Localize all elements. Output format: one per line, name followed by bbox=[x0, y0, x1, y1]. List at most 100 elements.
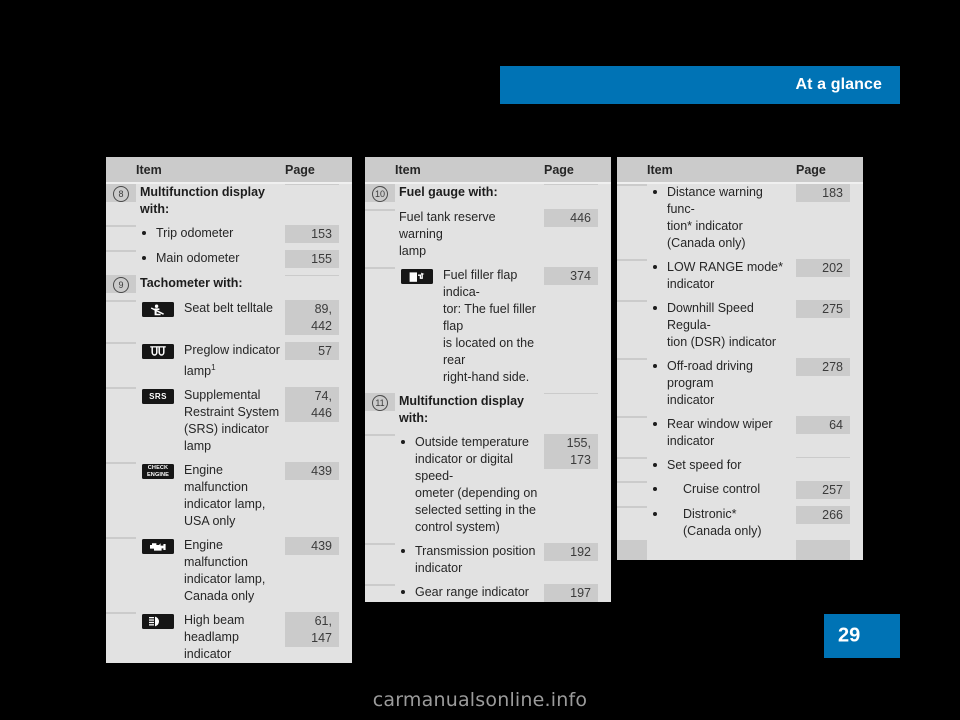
row-item-text: Main odometer bbox=[156, 251, 240, 265]
table-row: Cruise control 257 bbox=[617, 474, 863, 499]
row-item-text: Outside temperature indicator or digital… bbox=[415, 435, 538, 534]
row-item-text: LOW RANGE mode* indicator bbox=[667, 260, 784, 291]
table-row: CHECK ENGINE Engine malfunction indicator … bbox=[106, 455, 352, 531]
row-item-cell: Rear window wiper indicator bbox=[647, 416, 796, 450]
row-item-text: Seat belt telltale bbox=[184, 301, 273, 315]
row-page-cell: 74, 446 bbox=[285, 387, 339, 423]
table-row: Preglow indicator lamp1 57 bbox=[106, 335, 352, 381]
row-number-cell bbox=[365, 267, 395, 269]
row-item-cell: Multifunction display with: bbox=[395, 393, 544, 427]
row-item-text: Fuel gauge with: bbox=[399, 185, 498, 199]
table-row: Outside temperature indicator or digital… bbox=[365, 427, 611, 536]
header-item-label: Item bbox=[647, 162, 673, 177]
table-row: Seat belt telltale 89, 442 bbox=[106, 293, 352, 335]
table-row: Set speed for bbox=[617, 450, 863, 474]
row-item-cell: Trip odometer bbox=[136, 225, 285, 242]
row-page-cell bbox=[544, 184, 598, 185]
row-item-text: Engine malfunction indicator lamp, USA o… bbox=[184, 463, 266, 529]
row-page-cell: 61, 147 bbox=[285, 612, 339, 648]
row-item-cell: Seat belt telltale bbox=[136, 300, 285, 317]
row-page-cell: 278 bbox=[796, 358, 850, 376]
row-page-cell: 155 bbox=[285, 250, 339, 268]
row-item-text: Multifunction display with: bbox=[140, 185, 265, 216]
row-number-cell: 11 bbox=[365, 393, 395, 411]
row-item-cell: Main odometer bbox=[136, 250, 285, 267]
page-number-badge: 29 bbox=[824, 614, 900, 658]
row-item-text: Engine malfunction indicator lamp, Canad… bbox=[184, 538, 266, 604]
header-item-label: Item bbox=[395, 162, 421, 177]
row-number-cell bbox=[106, 462, 136, 465]
row-page-cell: 439 bbox=[285, 537, 339, 556]
row-number-cell bbox=[365, 434, 395, 436]
row-number-cell bbox=[617, 259, 647, 261]
column-2: Item Page 10 Fuel gauge with: Fuel tank rese… bbox=[365, 157, 611, 602]
row-number-cell bbox=[617, 481, 647, 483]
page-number: 29 bbox=[838, 624, 861, 647]
row-number-cell bbox=[106, 537, 136, 540]
header-item-label: Item bbox=[136, 162, 162, 177]
row-page-cell: 153 bbox=[285, 225, 339, 243]
filler-number-col bbox=[617, 540, 647, 560]
row-page-cell bbox=[796, 457, 850, 458]
row-page-cell: 197 bbox=[544, 584, 598, 602]
row-item-cell: Engine malfunction indicator lamp, Canad… bbox=[136, 537, 285, 606]
header-title: At a glance bbox=[795, 76, 882, 93]
row-item-text: Supplemental Restraint System (SRS) indi… bbox=[184, 388, 280, 454]
row-page-cell: 64 bbox=[796, 416, 850, 434]
row-page-cell: 183 bbox=[796, 184, 850, 202]
row-number-cell bbox=[365, 209, 395, 211]
table-row: Downhill Speed Regula- tion (DSR) indica… bbox=[617, 293, 863, 351]
table-body: 10 Fuel gauge with: Fuel tank reserve warn… bbox=[365, 184, 611, 602]
callout-number: 9 bbox=[113, 277, 129, 293]
row-item-text: Tachometer with: bbox=[140, 276, 243, 290]
table-row: Trip odometer 153 bbox=[106, 218, 352, 243]
row-number-cell bbox=[106, 250, 136, 252]
table-row: Off-road driving program indicator 278 bbox=[617, 351, 863, 409]
row-item-cell: Distronic* (Canada only) bbox=[647, 506, 796, 540]
row-number-cell bbox=[106, 342, 136, 344]
row-item-cell: Tachometer with: bbox=[136, 275, 285, 292]
table-row: 9 Tachometer with: bbox=[106, 268, 352, 293]
row-item-text: Downhill Speed Regula- tion (DSR) indica… bbox=[667, 301, 777, 349]
row-item-text: Preglow indicator lamp1 bbox=[184, 343, 280, 379]
table-row: High beam headlamp indicator 61, 147 bbox=[106, 605, 352, 664]
row-page-cell: 446 bbox=[544, 209, 598, 227]
row-item-cell: LOW RANGE mode* indicator bbox=[647, 259, 796, 293]
row-item-cell: Fuel filler flap indica- tor: The fuel f… bbox=[395, 267, 544, 386]
header-page-label: Page bbox=[285, 162, 315, 177]
row-item-text: High beam headlamp indicator bbox=[184, 613, 245, 662]
table-row: 10 Fuel gauge with: bbox=[365, 184, 611, 202]
row-item-text: Distance warning func- tion* indicator (… bbox=[667, 185, 763, 250]
row-item-text: Trip odometer bbox=[156, 226, 234, 240]
table-body: 8 Multifunction display with: Trip odomete… bbox=[106, 184, 352, 664]
callout-number: 8 bbox=[113, 186, 129, 202]
row-item-text: Fuel filler flap indica- tor: The fuel f… bbox=[443, 268, 536, 384]
row-number-cell bbox=[106, 300, 136, 302]
table-row: Distance warning func- tion* indicator (… bbox=[617, 184, 863, 252]
row-page-cell: 89, 442 bbox=[285, 300, 339, 335]
row-number-cell bbox=[617, 457, 647, 459]
filler-edge-col bbox=[850, 540, 863, 560]
column-1: Item Page 8 Multifunction display with: Trip… bbox=[106, 157, 352, 664]
callout-number: 11 bbox=[372, 395, 388, 411]
row-number-cell bbox=[617, 358, 647, 360]
row-item-cell: Downhill Speed Regula- tion (DSR) indica… bbox=[647, 300, 796, 351]
header-banner: At a glance bbox=[500, 66, 900, 104]
row-item-cell: Fuel tank reserve warning lamp bbox=[395, 209, 544, 260]
row-number-cell: 10 bbox=[365, 184, 395, 202]
watermark: carmanualsonline.info bbox=[372, 689, 588, 711]
table-row: 8 Multifunction display with: bbox=[106, 184, 352, 218]
row-item-cell: Distance warning func- tion* indicator (… bbox=[647, 184, 796, 252]
table-body: Distance warning func- tion* indicator (… bbox=[617, 184, 863, 540]
row-item-text: Rear window wiper indicator bbox=[667, 417, 773, 448]
row-item-text: Transmission position indicator bbox=[415, 544, 536, 575]
row-page-cell: 257 bbox=[796, 481, 850, 499]
row-item-cell: High beam headlamp indicator bbox=[136, 612, 285, 664]
table-row: Rear window wiper indicator 64 bbox=[617, 409, 863, 450]
row-item-cell: Fuel gauge with: bbox=[395, 184, 544, 201]
row-item-cell: Cruise control bbox=[647, 481, 796, 498]
row-item-cell: Preglow indicator lamp1 bbox=[136, 342, 285, 381]
table-row: Main odometer 155 bbox=[106, 243, 352, 268]
row-number-cell bbox=[617, 300, 647, 302]
row-item-cell: Multifunction display with: bbox=[136, 184, 285, 218]
